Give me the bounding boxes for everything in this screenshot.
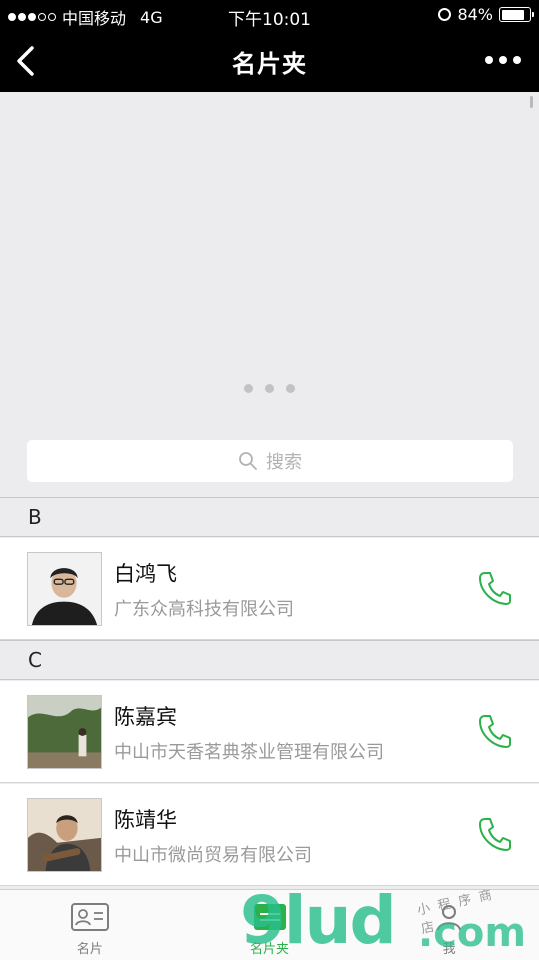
status-right: 84%	[438, 5, 534, 24]
contact-name: 白鸿飞	[114, 562, 177, 586]
phone-icon[interactable]	[477, 713, 511, 749]
page-title: 名片夹	[232, 50, 307, 78]
card-folder-icon	[253, 904, 286, 930]
tab-me[interactable]: 我	[359, 890, 539, 960]
card-icon	[70, 903, 109, 931]
tab-label: 我	[442, 942, 456, 957]
tab-label: 名片夹	[250, 942, 290, 957]
avatar	[27, 695, 102, 769]
more-button[interactable]	[485, 50, 521, 70]
tab-label: 名片	[76, 942, 103, 957]
scroll-indicator	[530, 96, 533, 108]
search-icon	[239, 452, 257, 470]
phone-icon[interactable]	[477, 570, 511, 606]
contact-name: 陈嘉宾	[114, 705, 177, 729]
status-bar: 中国移动 4G 下午10:01 84%	[0, 0, 539, 30]
contact-row[interactable]: 陈靖华 中山市微尚贸易有限公司	[0, 784, 539, 886]
carousel-dot[interactable]	[244, 384, 253, 393]
tab-card[interactable]: 名片	[0, 890, 180, 960]
carousel-dot[interactable]	[265, 384, 274, 393]
person-icon	[437, 905, 462, 931]
battery-icon	[499, 7, 534, 22]
carousel-dots	[0, 384, 539, 393]
contact-company: 中山市天香茗典茶业管理有限公司	[114, 742, 384, 763]
contact-row[interactable]: 陈嘉宾 中山市天香茗典茶业管理有限公司	[0, 681, 539, 783]
section-header-c: C	[0, 640, 539, 680]
avatar	[27, 798, 102, 872]
contact-row[interactable]: 白鸿飞 广东众高科技有限公司	[0, 538, 539, 640]
contact-name: 陈靖华	[114, 808, 177, 832]
banner-carousel[interactable]	[0, 92, 539, 422]
tab-card-folder[interactable]: 名片夹	[180, 890, 360, 960]
phone-icon[interactable]	[477, 816, 511, 852]
battery-percent: 84%	[457, 5, 493, 24]
avatar	[27, 552, 102, 626]
contact-company: 中山市微尚贸易有限公司	[114, 845, 312, 866]
carousel-dot[interactable]	[286, 384, 295, 393]
more-icon	[485, 56, 493, 64]
contact-company: 广东众高科技有限公司	[114, 599, 294, 620]
search-input[interactable]: 搜索	[27, 440, 513, 482]
tab-bar: 名片 名片夹 我	[0, 889, 539, 960]
alarm-icon	[438, 8, 452, 21]
nav-bar: 名片夹	[0, 30, 539, 92]
section-header-b: B	[0, 497, 539, 537]
search-placeholder: 搜索	[266, 452, 302, 473]
